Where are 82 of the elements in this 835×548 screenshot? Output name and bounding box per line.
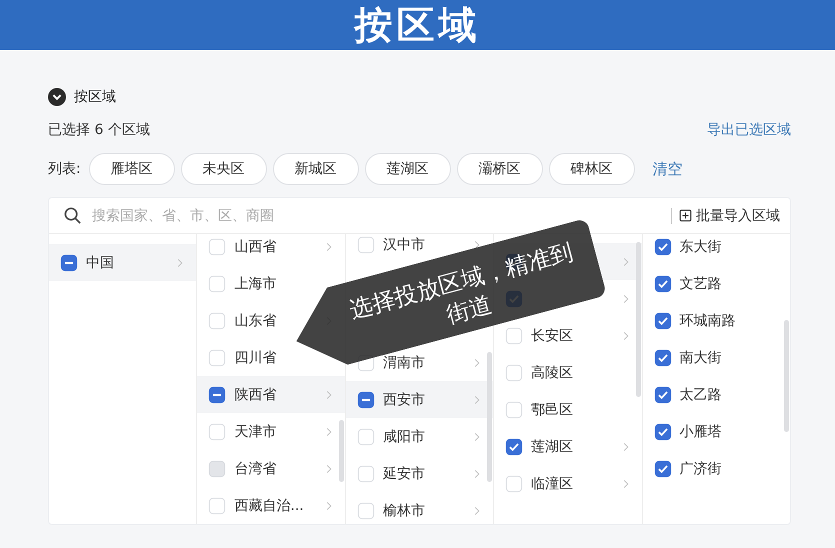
scrollbar[interactable] xyxy=(487,352,492,482)
checkbox[interactable] xyxy=(208,422,226,440)
row-label: 太乙路 xyxy=(680,386,723,404)
row-label: 台湾省 xyxy=(234,460,278,478)
region-chip[interactable]: 未央区 xyxy=(180,153,267,185)
list-row[interactable]: 榆林市 xyxy=(346,492,494,524)
row-label: 山西省 xyxy=(234,238,278,256)
row-label: 鄠邑区 xyxy=(531,400,574,418)
row-label: 广济街 xyxy=(680,460,723,478)
list-row[interactable]: 西藏自治... xyxy=(197,487,345,524)
list-row[interactable]: 西安市 xyxy=(346,381,494,418)
checkbox[interactable] xyxy=(208,238,226,256)
list-row[interactable]: 中国 xyxy=(49,244,196,281)
list-row[interactable]: 小雁塔 xyxy=(642,413,790,450)
checkbox-partial-icon[interactable] xyxy=(356,390,375,408)
row-label: 延安市 xyxy=(382,464,426,482)
row-label: 文艺路 xyxy=(680,274,723,292)
scrollbar[interactable] xyxy=(338,420,344,482)
checkbox[interactable] xyxy=(505,364,524,382)
selection-count: 已选择 6 个区域 xyxy=(48,121,150,139)
checkbox[interactable] xyxy=(356,464,375,482)
row-label: 西藏自治... xyxy=(234,496,305,514)
checkbox-partial-icon[interactable] xyxy=(208,386,226,404)
checkbox[interactable] xyxy=(356,236,375,254)
scrollbar[interactable] xyxy=(636,242,641,397)
row-label: 上海市 xyxy=(234,274,278,292)
scrollbar[interactable] xyxy=(784,320,790,432)
row-label: 汉中市 xyxy=(382,236,426,254)
checkbox[interactable] xyxy=(208,348,226,366)
list-row[interactable]: 天津市 xyxy=(197,413,345,450)
list-row[interactable]: 环城南路 xyxy=(642,302,790,339)
clear-link[interactable]: 清空 xyxy=(652,160,683,178)
region-chip[interactable]: 新城区 xyxy=(272,153,359,185)
page-title: 按区域 xyxy=(354,2,480,48)
list-row[interactable]: 广济街 xyxy=(642,450,790,487)
row-label: 莲湖区 xyxy=(531,438,574,456)
row-label: 咸阳市 xyxy=(382,428,426,446)
checkbox[interactable] xyxy=(208,496,226,514)
row-label: 环城南路 xyxy=(680,312,737,330)
row-label: 榆林市 xyxy=(382,502,426,520)
checkbox[interactable] xyxy=(356,428,375,446)
checkbox[interactable] xyxy=(505,326,524,344)
list-row[interactable]: 咸阳市 xyxy=(346,418,494,455)
region-chip[interactable]: 灞桥区 xyxy=(456,153,543,185)
row-label: 四川省 xyxy=(234,348,278,366)
row-label: 中国 xyxy=(86,254,115,272)
list-row[interactable]: 鄠邑区 xyxy=(494,391,642,428)
checkbox[interactable] xyxy=(208,312,226,330)
region-chip[interactable]: 莲湖区 xyxy=(364,153,451,185)
chevron-down-icon[interactable] xyxy=(48,88,66,106)
row-label: 南大街 xyxy=(680,348,723,366)
row-label: 陕西省 xyxy=(234,386,278,404)
list-row[interactable]: 汉中市 xyxy=(346,234,494,263)
row-label: 山东省 xyxy=(234,312,278,330)
import-button[interactable]: 批量导入区域 xyxy=(678,206,780,224)
checkbox[interactable] xyxy=(356,502,375,520)
checkbox[interactable] xyxy=(208,274,226,292)
list-row[interactable]: 东大街 xyxy=(642,234,790,265)
list-row[interactable]: 延安市 xyxy=(346,455,494,492)
checkbox[interactable] xyxy=(505,400,524,418)
row-label: 渭南市 xyxy=(382,354,426,372)
row-label: 西安市 xyxy=(382,390,426,408)
row-label: 天津市 xyxy=(234,422,278,440)
checkbox[interactable] xyxy=(505,474,524,492)
list-row[interactable]: 临潼区 xyxy=(494,465,642,502)
row-label: 临潼区 xyxy=(531,474,574,492)
row-label: 长安区 xyxy=(531,326,574,344)
region-chip[interactable]: 碑林区 xyxy=(548,153,635,185)
section-title: 按区域 xyxy=(74,88,116,106)
row-label: 小雁塔 xyxy=(680,422,723,440)
list-row[interactable]: 南大街 xyxy=(642,339,790,376)
list-row[interactable]: 太乙路 xyxy=(642,376,790,413)
list-row[interactable]: 文艺路 xyxy=(642,265,790,302)
search-icon xyxy=(63,206,82,225)
row-label: 东大街 xyxy=(680,238,723,256)
region-chip[interactable]: 雁塔区 xyxy=(88,153,175,185)
export-link[interactable]: 导出已选区域 xyxy=(707,121,791,139)
list-label: 列表: xyxy=(48,160,81,178)
plus-square-icon xyxy=(678,208,693,223)
checkbox-partial-icon[interactable] xyxy=(60,254,78,272)
list-row[interactable]: 陕西省 xyxy=(197,376,345,413)
list-row[interactable]: 莲湖区 xyxy=(494,428,642,465)
